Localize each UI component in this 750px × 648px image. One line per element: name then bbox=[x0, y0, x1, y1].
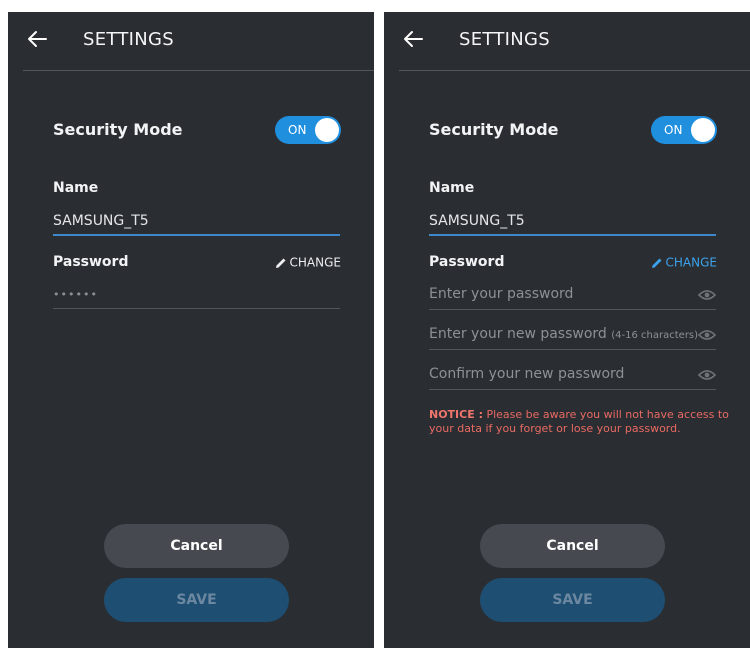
app-header: SETTINGS bbox=[384, 12, 750, 71]
settings-change-password-view: SETTINGS Security Mode ON Name SAMSUNG_T… bbox=[384, 12, 750, 648]
arrow-left-icon[interactable] bbox=[402, 28, 424, 50]
security-mode-label: Security Mode bbox=[53, 120, 183, 139]
pencil-icon bbox=[651, 258, 662, 268]
password-label: Password bbox=[53, 254, 129, 270]
confirm-password-underline bbox=[429, 389, 716, 390]
toggle-knob bbox=[315, 118, 339, 142]
name-field-underline bbox=[429, 234, 716, 236]
name-label: Name bbox=[53, 180, 99, 196]
name-label: Name bbox=[429, 180, 475, 196]
header-divider bbox=[399, 70, 750, 71]
eye-icon[interactable] bbox=[698, 329, 716, 341]
new-password-input[interactable]: Enter your new password (4-16 characters… bbox=[429, 326, 698, 342]
new-password-hint: (4-16 characters) bbox=[611, 330, 699, 341]
confirm-password-input[interactable]: Confirm your new password bbox=[429, 366, 624, 382]
security-mode-label: Security Mode bbox=[429, 120, 559, 139]
current-password-underline bbox=[429, 309, 716, 310]
name-field[interactable]: SAMSUNG_T5 bbox=[429, 213, 525, 229]
page-title: SETTINGS bbox=[83, 29, 175, 50]
cancel-button[interactable]: Cancel bbox=[480, 524, 665, 568]
settings-screen-view: SETTINGS Security Mode ON Name SAMSUNG_T… bbox=[8, 12, 374, 648]
password-field-underline bbox=[53, 308, 340, 309]
change-password-button[interactable]: CHANGE bbox=[275, 255, 341, 270]
new-password-placeholder: Enter your new password bbox=[429, 326, 607, 342]
arrow-left-icon[interactable] bbox=[26, 28, 48, 50]
header-divider bbox=[23, 70, 374, 71]
eye-icon[interactable] bbox=[698, 289, 716, 301]
security-mode-toggle[interactable]: ON bbox=[275, 116, 341, 144]
change-label: CHANGE bbox=[665, 255, 717, 270]
change-label: CHANGE bbox=[289, 255, 341, 270]
pencil-icon bbox=[275, 258, 286, 268]
password-label: Password bbox=[429, 254, 505, 270]
save-button[interactable]: SAVE bbox=[104, 578, 289, 622]
eye-icon[interactable] bbox=[698, 369, 716, 381]
notice-label: NOTICE : bbox=[429, 408, 483, 421]
current-password-input[interactable]: Enter your password bbox=[429, 286, 573, 302]
security-mode-toggle[interactable]: ON bbox=[651, 116, 717, 144]
new-password-underline bbox=[429, 349, 716, 350]
toggle-state-label: ON bbox=[664, 123, 683, 137]
toggle-state-label: ON bbox=[288, 123, 307, 137]
save-button[interactable]: SAVE bbox=[480, 578, 665, 622]
name-field[interactable]: SAMSUNG_T5 bbox=[53, 213, 149, 229]
toggle-knob bbox=[691, 118, 715, 142]
name-field-underline bbox=[53, 234, 340, 236]
cancel-button[interactable]: Cancel bbox=[104, 524, 289, 568]
page-title: SETTINGS bbox=[459, 29, 551, 50]
password-masked-value: •••••• bbox=[53, 288, 98, 301]
notice-message: NOTICE : Please be aware you will not ha… bbox=[429, 408, 729, 436]
app-header: SETTINGS bbox=[8, 12, 374, 71]
change-password-button[interactable]: CHANGE bbox=[651, 255, 717, 270]
